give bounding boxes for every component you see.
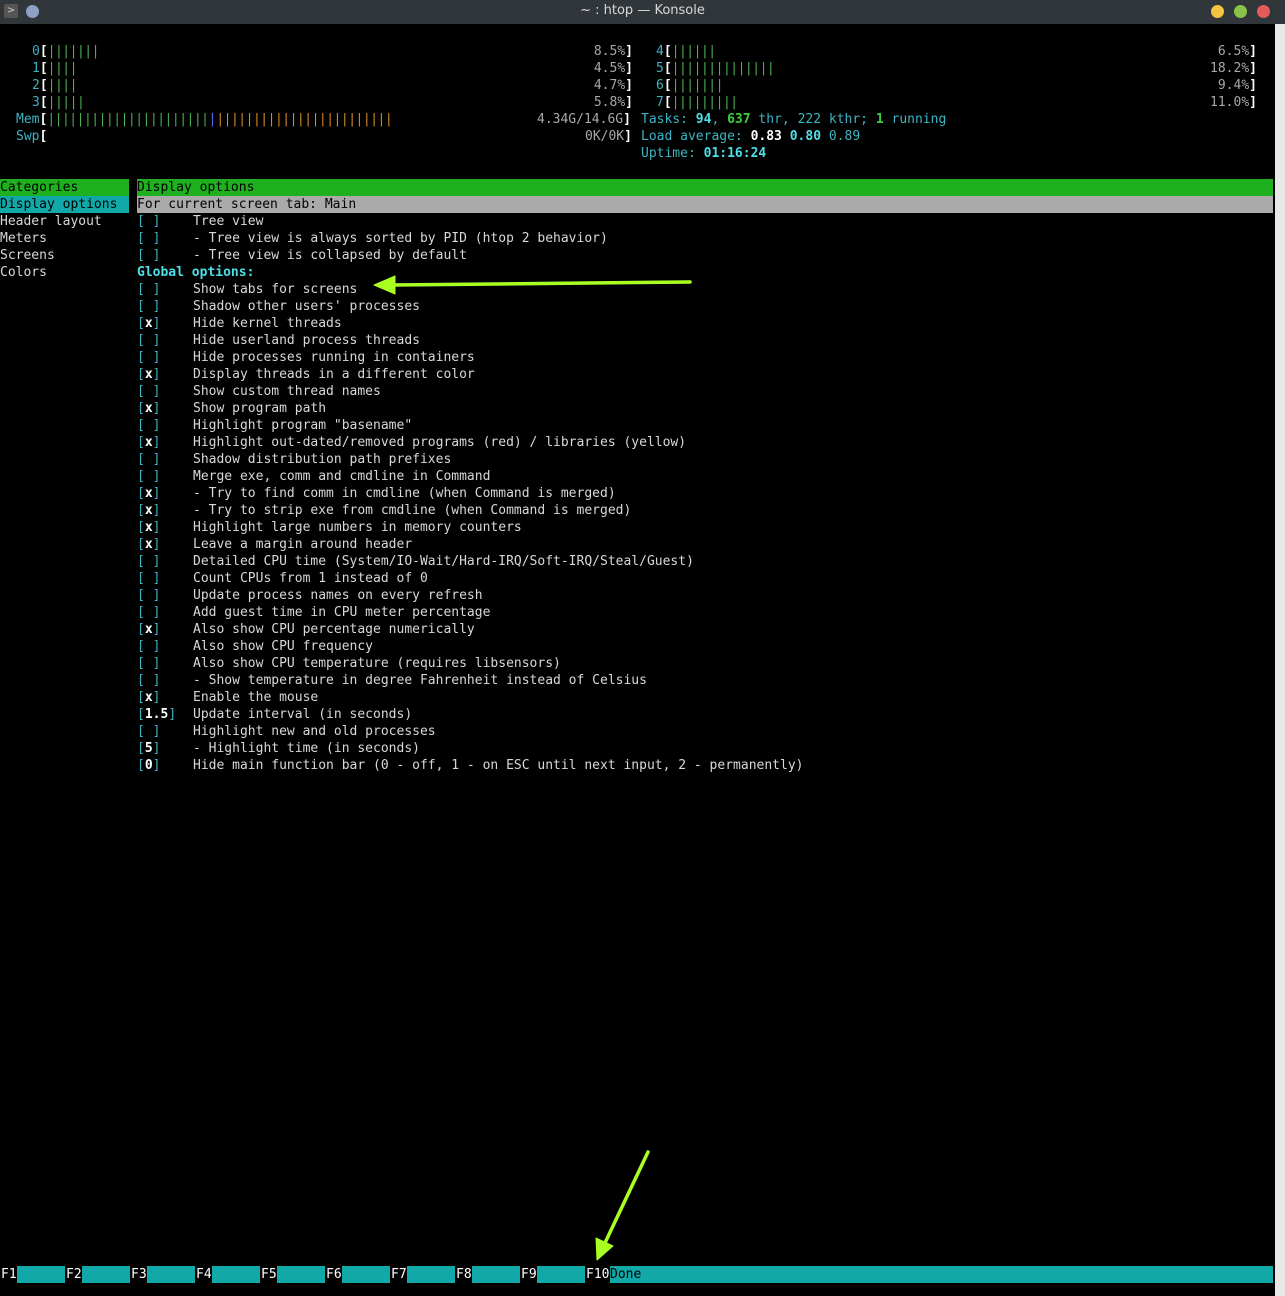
minimize-button[interactable]	[1211, 5, 1224, 18]
close-button[interactable]	[1257, 5, 1270, 18]
scrollbar[interactable]	[1275, 24, 1285, 1296]
maximize-button[interactable]	[1234, 5, 1247, 18]
terminal-area[interactable]: 0[||||||| 8.5%] 1[|||| 4.5%] 2[|||| 4.7%] 3[||…	[0, 24, 1275, 1296]
window-titlebar: > ~ : htop — Konsole	[0, 0, 1285, 24]
window-title: ~ : htop — Konsole	[580, 3, 705, 18]
arrow-to-show-tabs-head	[373, 275, 396, 295]
annotation-arrows	[373, 275, 692, 1261]
arrow-to-done-line	[602, 1150, 650, 1247]
arrow-to-show-tabs-line	[390, 280, 692, 287]
